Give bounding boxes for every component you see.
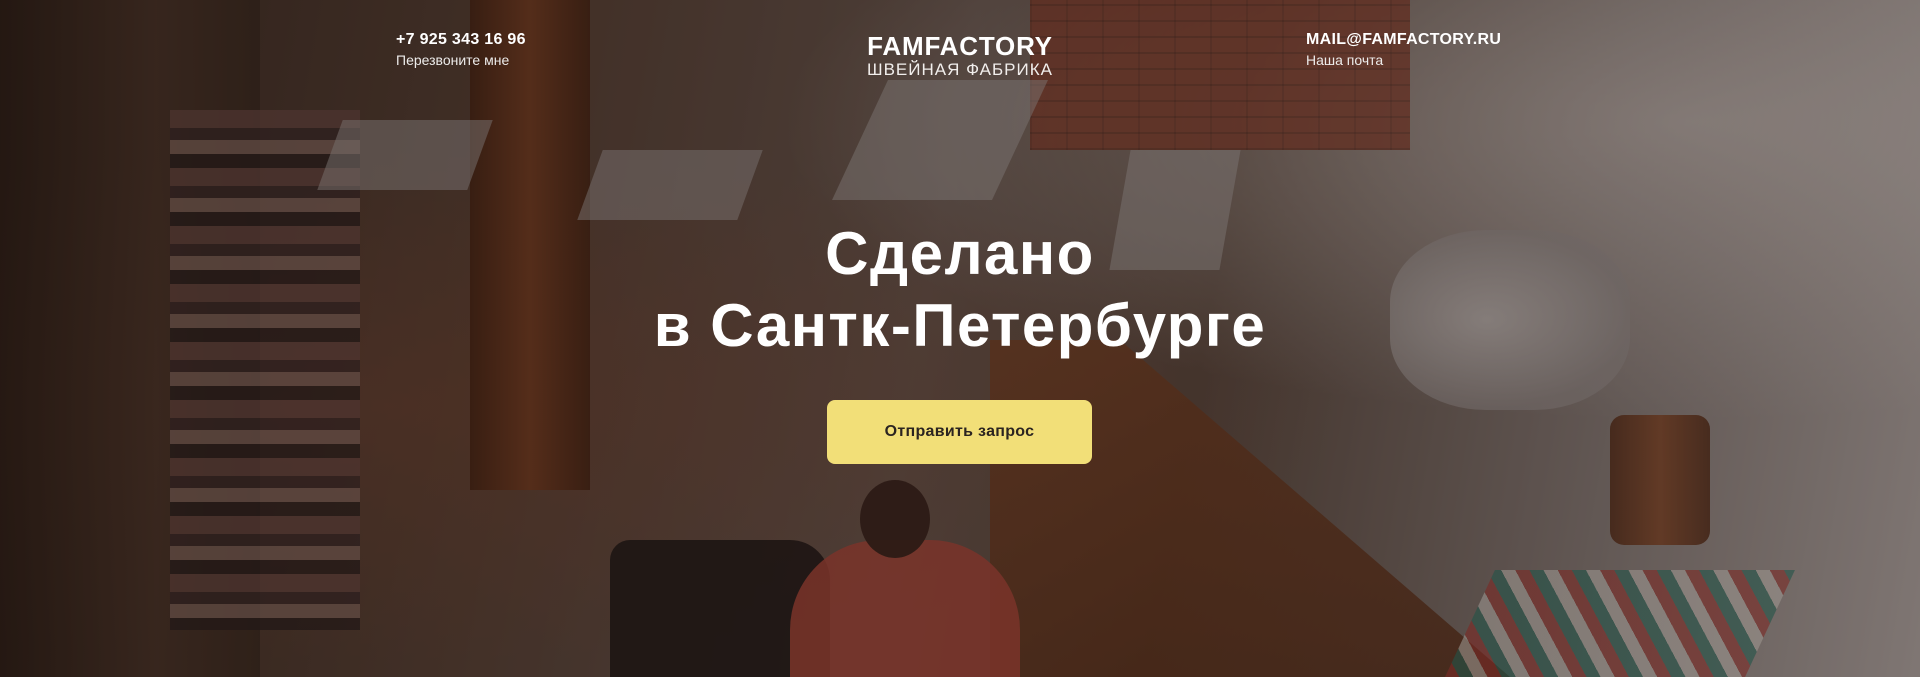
- hero-title-line1: Сделано: [825, 220, 1095, 287]
- logo-name: FAMFACTORY: [867, 31, 1053, 61]
- send-request-button[interactable]: Отправить запрос: [827, 400, 1092, 464]
- email-link[interactable]: MAIL@FAMFACTORY.RU: [1306, 31, 1501, 49]
- email-caption: Наша почта: [1306, 52, 1384, 68]
- hero-title-line2: в Сантк-Петербурге: [653, 292, 1267, 359]
- mail-contact: MAIL@FAMFACTORY.RU Наша почта: [1306, 31, 1501, 68]
- logo-subtitle: ШВЕЙНАЯ ФАБРИКА: [867, 60, 1053, 79]
- hero-title: Сделано в Сантк-Петербурге: [0, 218, 1920, 362]
- site-header: +7 925 343 16 96 Перезвоните мне FAMFACT…: [0, 0, 1920, 80]
- site-logo[interactable]: FAMFACTORY ШВЕЙНАЯ ФАБРИКА: [0, 33, 1920, 80]
- hero-section: +7 925 343 16 96 Перезвоните мне FAMFACT…: [0, 0, 1920, 677]
